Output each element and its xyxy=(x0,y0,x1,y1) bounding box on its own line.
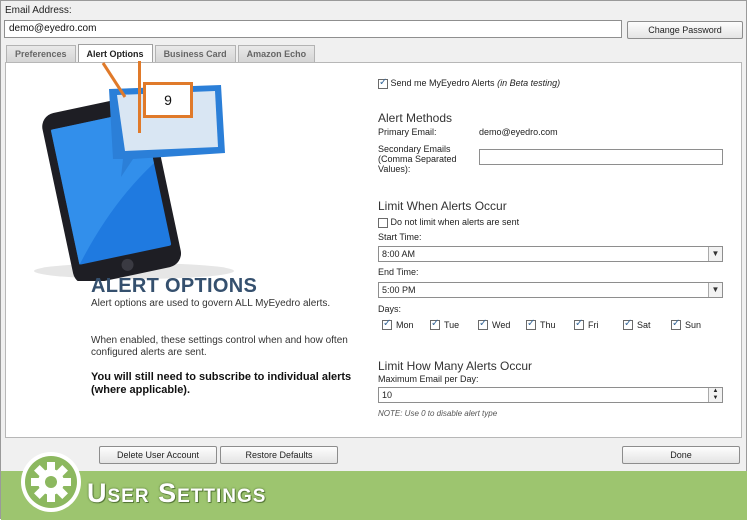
tab-amazon-echo[interactable]: Amazon Echo xyxy=(237,45,316,62)
limit-when-heading: Limit When Alerts Occur xyxy=(378,199,507,213)
change-password-button[interactable]: Change Password xyxy=(627,21,743,39)
max-email-label: Maximum Email per Day: xyxy=(378,374,479,384)
day-label: Sun xyxy=(685,320,702,330)
day-checkbox[interactable] xyxy=(478,318,488,330)
send-alerts-checkbox[interactable] xyxy=(378,77,388,89)
day-fri[interactable]: Fri xyxy=(574,318,599,330)
send-alerts-label: Send me MyEyedro Alerts xyxy=(390,78,495,88)
spinner-arrows-icon[interactable]: ▲ ▼ xyxy=(708,388,722,402)
tab-preferences[interactable]: Preferences xyxy=(6,45,76,62)
day-wed[interactable]: Wed xyxy=(478,318,511,330)
no-limit-row: Do not limit when alerts are sent xyxy=(378,217,519,228)
primary-email-value: demo@eyedro.com xyxy=(479,127,558,137)
callout-number-badge: 9 xyxy=(143,82,193,118)
tab-bar: Preferences Alert Options Business Card … xyxy=(6,44,317,63)
done-button[interactable]: Done xyxy=(622,446,740,464)
day-mon[interactable]: Mon xyxy=(382,318,414,330)
day-label: Tue xyxy=(444,320,460,330)
settings-window: Email Address: demo@eyedro.com Change Pa… xyxy=(0,0,747,520)
limit-many-heading: Limit How Many Alerts Occur xyxy=(378,359,533,373)
day-sun[interactable]: Sun xyxy=(671,318,702,330)
day-label: Thu xyxy=(540,320,556,330)
end-time-select[interactable]: 5:00 PM ▼ xyxy=(378,282,723,298)
day-checkbox[interactable] xyxy=(382,318,392,330)
delete-account-button[interactable]: Delete User Account xyxy=(99,446,217,464)
day-checkbox[interactable] xyxy=(574,318,584,330)
no-limit-checkbox[interactable] xyxy=(378,217,388,228)
start-time-value: 8:00 AM xyxy=(382,249,416,259)
primary-email-label: Primary Email: xyxy=(378,127,437,137)
day-sat[interactable]: Sat xyxy=(623,318,651,330)
day-label: Sat xyxy=(637,320,651,330)
day-tue[interactable]: Tue xyxy=(430,318,460,330)
banner-title: User Settings xyxy=(87,478,267,508)
secondary-emails-input[interactable] xyxy=(479,149,723,165)
description-paragraph-2: When enabled, these settings control whe… xyxy=(91,335,348,358)
day-checkbox[interactable] xyxy=(430,318,440,330)
email-field[interactable]: demo@eyedro.com xyxy=(4,20,622,38)
max-email-value: 10 xyxy=(382,390,393,400)
day-label: Fri xyxy=(588,320,599,330)
day-checkbox[interactable] xyxy=(526,318,536,330)
no-limit-label: Do not limit when alerts are sent xyxy=(390,217,520,227)
end-time-label: End Time: xyxy=(378,267,419,277)
restore-defaults-button[interactable]: Restore Defaults xyxy=(220,446,338,464)
chevron-down-icon: ▼ xyxy=(708,247,722,261)
alert-options-title: ALERT OPTIONS xyxy=(91,275,258,297)
note-text: NOTE: Use 0 to disable alert type xyxy=(378,409,498,418)
day-checkbox[interactable] xyxy=(671,318,681,330)
description-paragraph-3: You will still need to subscribe to indi… xyxy=(91,371,352,396)
gear-icon xyxy=(21,452,81,512)
start-time-label: Start Time: xyxy=(378,232,422,242)
end-time-value: 5:00 PM xyxy=(382,285,416,295)
description-paragraph-1: Alert options are used to govern ALL MyE… xyxy=(91,298,331,309)
alert-methods-heading: Alert Methods xyxy=(378,111,453,125)
day-checkbox[interactable] xyxy=(623,318,633,330)
chevron-down-icon: ▼ xyxy=(708,283,722,297)
send-alerts-row: Send me MyEyedro Alerts (in Beta testing… xyxy=(378,77,561,89)
tab-business-card[interactable]: Business Card xyxy=(154,45,236,62)
beta-note: (in Beta testing) xyxy=(497,78,561,88)
email-label: Email Address: xyxy=(5,5,72,16)
day-label: Wed xyxy=(492,320,511,330)
day-thu[interactable]: Thu xyxy=(526,318,556,330)
secondary-emails-label: Secondary Emails (Comma Separated Values… xyxy=(378,144,457,174)
callout-line xyxy=(138,61,141,133)
max-email-stepper[interactable]: 10 ▲ ▼ xyxy=(378,387,723,403)
start-time-select[interactable]: 8:00 AM ▼ xyxy=(378,246,723,262)
day-label: Mon xyxy=(396,320,414,330)
days-label: Days: xyxy=(378,304,402,314)
